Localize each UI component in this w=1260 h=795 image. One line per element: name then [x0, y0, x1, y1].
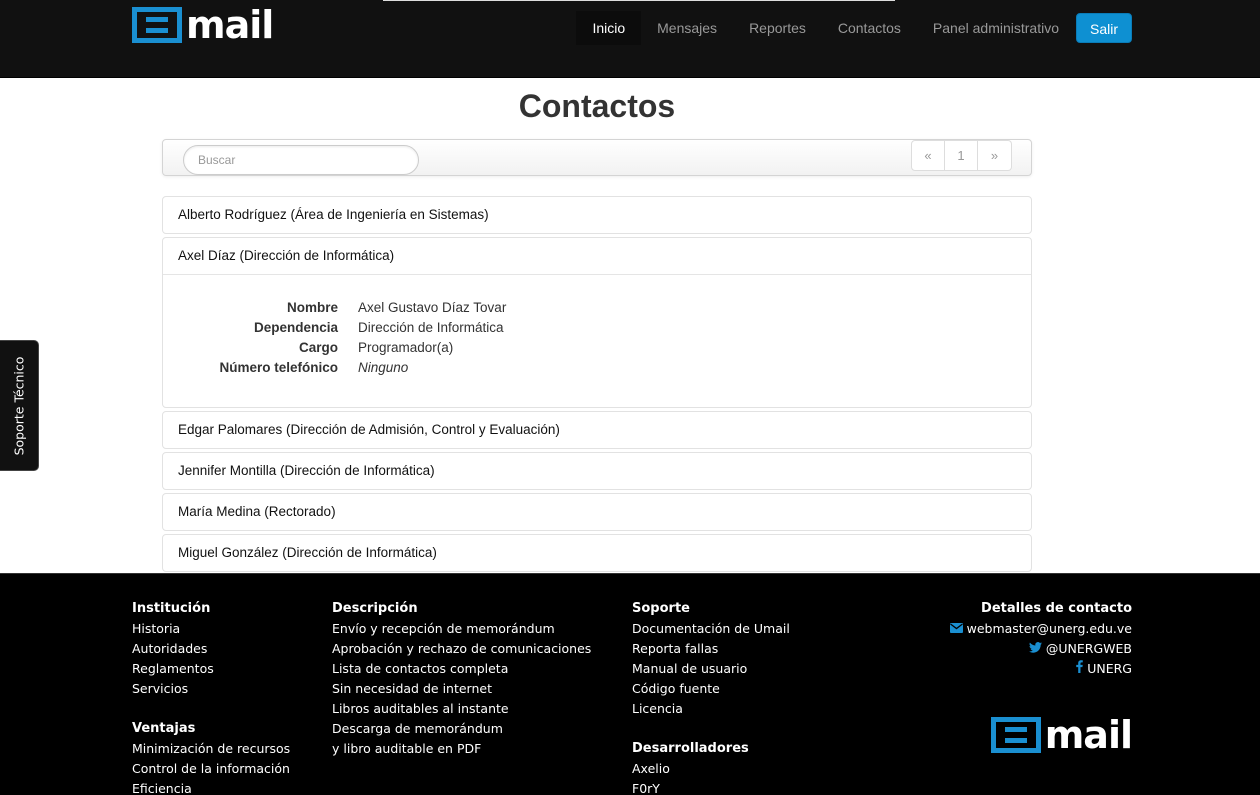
- nav-item-reportes[interactable]: Reportes: [733, 11, 822, 45]
- contact-item-header[interactable]: Edgar Palomares (Dirección de Admisión, …: [163, 412, 1031, 448]
- footer-link-f0ry[interactable]: F0rY: [632, 779, 790, 795]
- support-side-tab[interactable]: Soporte Técnico: [0, 340, 39, 471]
- footer-link-pdf[interactable]: y libro auditable en PDF: [332, 739, 591, 759]
- contact-item-header[interactable]: Alberto Rodríguez (Área de Ingeniería en…: [163, 197, 1031, 233]
- logo-e-icon: [132, 7, 182, 43]
- pagination-page-1[interactable]: 1: [945, 140, 978, 171]
- footer-col-descripcion: Descripción Envío y recepción de memorán…: [332, 599, 591, 759]
- main-nav: Inicio Mensajes Reportes Contactos Panel…: [576, 11, 1260, 45]
- facebook-icon: [1076, 659, 1083, 679]
- logo-text: mail: [186, 3, 274, 47]
- contacts-list: Alberto Rodríguez (Área de Ingeniería en…: [162, 196, 1032, 575]
- nav-item-mensajes[interactable]: Mensajes: [641, 11, 733, 45]
- detail-label-nombre: Nombre: [286, 300, 338, 315]
- page-title: Contactos: [518, 88, 676, 124]
- footer-facebook-text: UNERG: [1087, 661, 1132, 676]
- footer-heading-institucion: Institución: [132, 601, 211, 616]
- search-input[interactable]: [183, 145, 419, 175]
- detail-value-dependencia: Dirección de Informática: [358, 320, 504, 335]
- footer-heading-ventajas: Ventajas: [132, 721, 196, 736]
- footer-link-libros[interactable]: Libros auditables al instante: [332, 699, 591, 719]
- footer-col-institucion: Institución Historia Autoridades Reglame…: [132, 599, 290, 795]
- footer-link-servicios[interactable]: Servicios: [132, 679, 290, 699]
- nav-item-inicio[interactable]: Inicio: [576, 11, 642, 45]
- contact-item-header[interactable]: Axel Díaz (Dirección de Informática): [163, 238, 1031, 274]
- contact-item: Alberto Rodríguez (Área de Ingeniería en…: [162, 196, 1032, 234]
- contact-item: María Medina (Rectorado): [162, 493, 1032, 531]
- footer-twitter-text: @UNERGWEB: [1045, 641, 1132, 656]
- detail-label-telefono: Número telefónico: [219, 360, 338, 375]
- footer-heading-soporte: Soporte: [632, 601, 690, 616]
- top-navbar: mail Inicio Mensajes Reportes Contactos …: [0, 0, 1260, 78]
- pagination-prev-button[interactable]: «: [911, 140, 945, 171]
- footer-logo-text: mail: [1044, 713, 1133, 757]
- footer-link-minimizacion[interactable]: Minimización de recursos: [132, 739, 290, 759]
- support-side-tab-label: Soporte Técnico: [11, 356, 27, 455]
- footer-heading-descripcion: Descripción: [332, 601, 418, 616]
- contact-detail-list: Nombre Axel Gustavo Díaz Tovar Dependenc…: [163, 298, 506, 378]
- footer-link-control[interactable]: Control de la información: [132, 759, 290, 779]
- envelope-icon: [949, 619, 963, 639]
- footer-link-twitter[interactable]: @UNERGWEB: [950, 639, 1132, 659]
- twitter-icon: [1028, 639, 1042, 659]
- footer-link-facebook[interactable]: UNERG: [950, 659, 1132, 679]
- footer-link-sin-internet[interactable]: Sin necesidad de internet: [332, 679, 591, 699]
- contact-item-header[interactable]: Jennifer Montilla (Dirección de Informát…: [163, 453, 1031, 489]
- footer-link-reglamentos[interactable]: Reglamentos: [132, 659, 290, 679]
- footer-link-historia[interactable]: Historia: [132, 619, 290, 639]
- footer-link-codigo-fuente[interactable]: Código fuente: [632, 679, 790, 699]
- contact-item-header[interactable]: Miguel González (Dirección de Informátic…: [163, 535, 1031, 571]
- footer-logo-e-icon: [990, 717, 1041, 753]
- footer-umail-logo: mail: [990, 713, 1133, 757]
- umail-logo[interactable]: mail: [132, 3, 274, 47]
- footer-link-email[interactable]: webmaster@unerg.edu.ve: [949, 619, 1132, 639]
- logout-button[interactable]: Salir: [1075, 13, 1132, 43]
- footer-col-soporte: Soporte Documentación de Umail Reporta f…: [632, 599, 790, 795]
- footer-link-reporta-fallas[interactable]: Reporta fallas: [632, 639, 790, 659]
- contact-item: Jennifer Montilla (Dirección de Informát…: [162, 452, 1032, 490]
- detail-value-telefono: Ninguno: [358, 360, 409, 375]
- footer-heading-contacto: Detalles de contacto: [981, 601, 1132, 616]
- detail-label-cargo: Cargo: [298, 340, 338, 355]
- contacts-toolbar: « 1 »: [162, 139, 1032, 176]
- footer-link-documentacion[interactable]: Documentación de Umail: [632, 619, 790, 639]
- nav-item-panel-administrativo[interactable]: Panel administrativo: [917, 11, 1075, 45]
- navbar-top-divider: [383, 0, 895, 1]
- footer: Institución Historia Autoridades Reglame…: [0, 573, 1260, 795]
- detail-value-cargo: Programador(a): [358, 340, 454, 355]
- nav-item-contactos[interactable]: Contactos: [822, 11, 917, 45]
- contact-item: Edgar Palomares (Dirección de Admisión, …: [162, 411, 1032, 449]
- footer-link-descarga[interactable]: Descarga de memorándum: [332, 719, 591, 739]
- contact-item: Miguel González (Dirección de Informátic…: [162, 534, 1032, 572]
- footer-link-autoridades[interactable]: Autoridades: [132, 639, 290, 659]
- footer-col-contacto: Detalles de contacto webmaster@unerg.edu…: [949, 599, 1132, 679]
- footer-link-aprobacion[interactable]: Aprobación y rechazo de comunicaciones: [332, 639, 591, 659]
- footer-link-eficiencia[interactable]: Eficiencia: [132, 779, 290, 795]
- footer-email-text: webmaster@unerg.edu.ve: [966, 621, 1132, 636]
- detail-label-dependencia: Dependencia: [253, 320, 338, 335]
- footer-heading-desarrolladores: Desarrolladores: [632, 741, 749, 756]
- contact-item-header[interactable]: María Medina (Rectorado): [163, 494, 1031, 530]
- contact-item-expanded: Axel Díaz (Dirección de Informática) Nom…: [162, 237, 1032, 408]
- footer-link-lista-contactos[interactable]: Lista de contactos completa: [332, 659, 591, 679]
- detail-value-nombre: Axel Gustavo Díaz Tovar: [358, 300, 507, 315]
- footer-link-axelio[interactable]: Axelio: [632, 759, 790, 779]
- pagination: « 1 »: [911, 140, 1012, 171]
- footer-link-manual[interactable]: Manual de usuario: [632, 659, 790, 679]
- footer-link-envio[interactable]: Envío y recepción de memorándum: [332, 619, 591, 639]
- pagination-next-button[interactable]: »: [978, 140, 1012, 171]
- footer-link-licencia[interactable]: Licencia: [632, 699, 790, 719]
- contact-detail-panel: Nombre Axel Gustavo Díaz Tovar Dependenc…: [163, 274, 1031, 407]
